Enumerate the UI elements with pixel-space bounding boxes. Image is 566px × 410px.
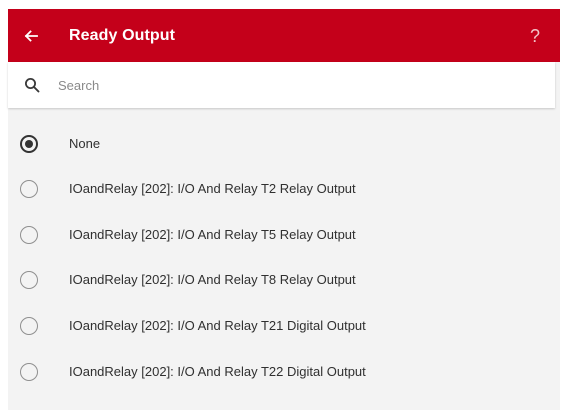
option-label: IOandRelay [202]: I/O And Relay T5 Relay… bbox=[69, 227, 356, 242]
option-none[interactable]: None bbox=[8, 122, 560, 166]
back-button[interactable] bbox=[12, 17, 50, 55]
option-label: IOandRelay [202]: I/O And Relay T22 Digi… bbox=[69, 364, 366, 379]
option-label: None bbox=[69, 136, 101, 151]
search-icon bbox=[22, 75, 42, 95]
option-t8-relay-output[interactable]: IOandRelay [202]: I/O And Relay T8 Relay… bbox=[8, 258, 560, 302]
option-t5-relay-output[interactable]: IOandRelay [202]: I/O And Relay T5 Relay… bbox=[8, 213, 560, 257]
radio-button[interactable] bbox=[20, 363, 38, 381]
app-bar: Ready Output ? bbox=[8, 9, 560, 62]
option-t2-relay-output[interactable]: IOandRelay [202]: I/O And Relay T2 Relay… bbox=[8, 167, 560, 211]
radio-button[interactable] bbox=[20, 180, 38, 198]
arrow-left-icon bbox=[24, 30, 38, 42]
option-label: IOandRelay [202]: I/O And Relay T2 Relay… bbox=[69, 181, 356, 196]
option-label: IOandRelay [202]: I/O And Relay T8 Relay… bbox=[69, 272, 356, 287]
search-input[interactable] bbox=[58, 77, 498, 93]
option-label: IOandRelay [202]: I/O And Relay T21 Digi… bbox=[69, 318, 366, 333]
radio-button-selected[interactable] bbox=[20, 135, 38, 153]
option-t22-digital-output[interactable]: IOandRelay [202]: I/O And Relay T22 Digi… bbox=[8, 350, 560, 394]
help-button[interactable]: ? bbox=[516, 17, 554, 55]
radio-button[interactable] bbox=[20, 226, 38, 244]
page-title: Ready Output bbox=[69, 27, 176, 44]
radio-button[interactable] bbox=[20, 271, 38, 289]
search-bar bbox=[8, 62, 555, 108]
radio-button[interactable] bbox=[20, 317, 38, 335]
option-t21-digital-output[interactable]: IOandRelay [202]: I/O And Relay T21 Digi… bbox=[8, 304, 560, 348]
dialog-frame: Ready Output ? None IOandRelay [202]: I/… bbox=[8, 9, 560, 410]
